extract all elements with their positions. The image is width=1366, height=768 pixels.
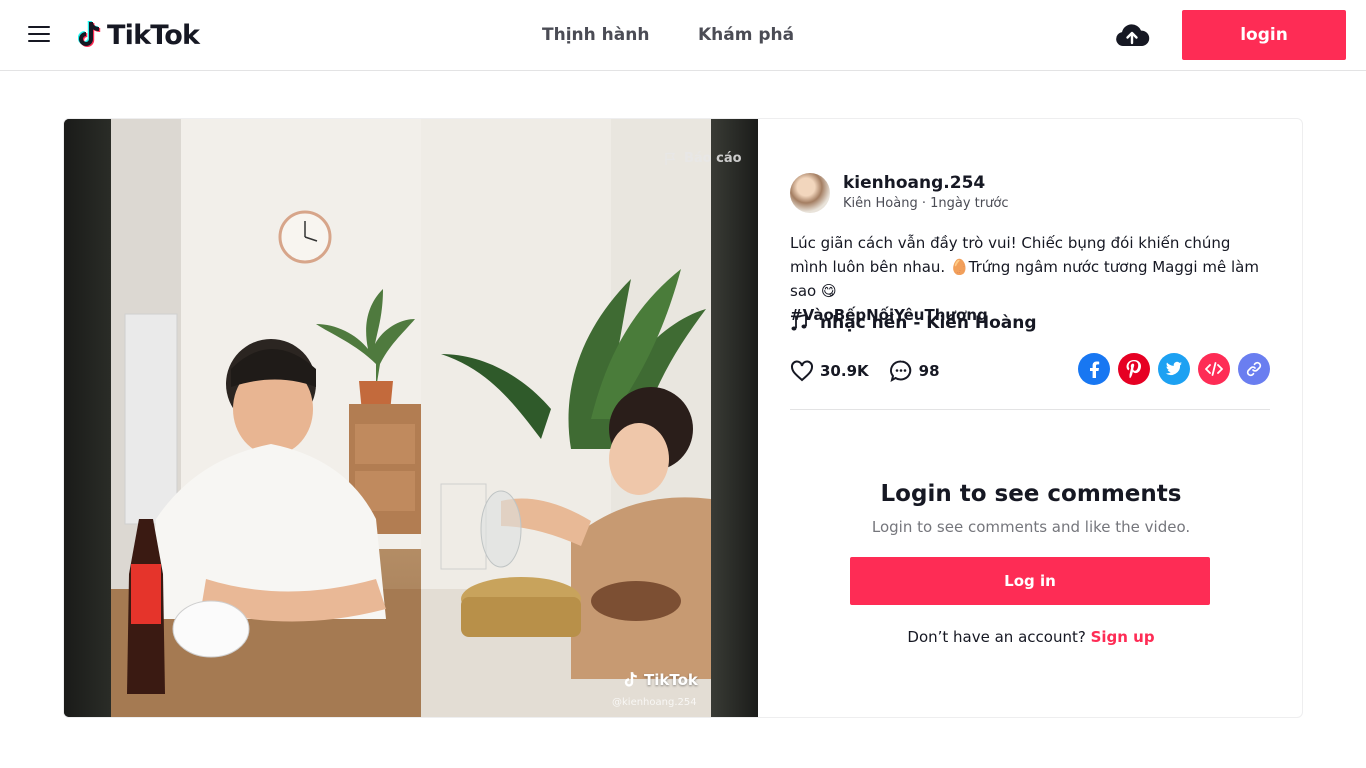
report-button[interactable]: Báo cáo <box>664 151 742 166</box>
watermark-text: TikTok <box>644 671 698 689</box>
video-letterbox-left <box>64 119 111 717</box>
engagement-stats: 30.9K 98 <box>790 359 960 383</box>
top-navbar: TikTok Thịnh hành Khám phá login <box>0 0 1366 71</box>
like-count: 30.9K <box>820 362 869 380</box>
tiktok-watermark: TikTok <box>624 671 698 689</box>
author-display-name: Kiên Hoàng <box>843 196 918 211</box>
heart-icon <box>791 360 813 382</box>
video-scene-right <box>421 119 711 717</box>
author-username[interactable]: kienhoang.254 <box>843 173 985 193</box>
nav-discover[interactable]: Khám phá <box>698 25 794 45</box>
author-subline: Kiên Hoàng · 1ngày trước <box>843 196 1008 211</box>
video-letterbox-right <box>711 119 758 717</box>
comment-button[interactable]: 98 <box>889 359 940 383</box>
video-info-panel: kienhoang.254 Kiên Hoàng · 1ngày trước L… <box>758 119 1302 717</box>
tiktok-note-icon <box>624 672 637 687</box>
info-divider <box>790 409 1270 410</box>
logo-wordmark: TikTok <box>107 19 200 51</box>
like-button[interactable]: 30.9K <box>790 360 869 382</box>
upload-cloud-icon[interactable] <box>1114 22 1150 50</box>
tiktok-note-icon <box>78 20 101 47</box>
video-scene-left <box>111 119 421 717</box>
flag-icon <box>665 152 676 165</box>
video-detail-card: Báo cáo TikTok @kienhoang.254 kienhoang.… <box>63 118 1303 718</box>
twitter-icon[interactable] <box>1158 353 1190 385</box>
video-player[interactable]: Báo cáo TikTok @kienhoang.254 <box>64 119 758 717</box>
comment-icon <box>889 360 911 383</box>
video-frame-left <box>111 119 421 717</box>
watermark-handle: @kienhoang.254 <box>612 697 697 708</box>
copy-link-icon[interactable] <box>1238 353 1270 385</box>
video-frame-right <box>421 119 711 717</box>
hamburger-menu-icon[interactable] <box>28 26 50 44</box>
post-time: 1ngày trước <box>930 196 1009 211</box>
signup-link[interactable]: Sign up <box>1091 628 1155 646</box>
tiktok-logo[interactable]: TikTok <box>78 18 200 52</box>
embed-icon[interactable] <box>1198 353 1230 385</box>
comments-login-button[interactable]: Log in <box>850 557 1210 605</box>
report-label: Báo cáo <box>684 151 742 166</box>
music-label: nhạc nền - Kiên Hoàng <box>820 313 1037 333</box>
facebook-icon[interactable] <box>1078 353 1110 385</box>
signup-prompt: Don’t have an account? Sign up <box>758 628 1302 646</box>
no-account-text: Don’t have an account? <box>907 628 1086 646</box>
subline-separator: · <box>921 196 926 211</box>
nav-trending[interactable]: Thịnh hành <box>542 25 649 45</box>
comment-count: 98 <box>918 362 940 380</box>
comments-login-subtitle: Login to see comments and like the video… <box>871 518 1191 536</box>
music-link[interactable]: nhạc nền - Kiên Hoàng <box>790 313 1037 333</box>
description-text: Lúc giãn cách vẫn đầy trò vui! Chiếc bụn… <box>790 234 1259 300</box>
pinterest-icon[interactable] <box>1118 353 1150 385</box>
comments-login-title: Login to see comments <box>880 481 1182 507</box>
author-avatar[interactable] <box>790 173 830 213</box>
login-button[interactable]: login <box>1182 10 1346 60</box>
share-buttons <box>1078 353 1270 385</box>
music-note-icon <box>791 314 807 331</box>
